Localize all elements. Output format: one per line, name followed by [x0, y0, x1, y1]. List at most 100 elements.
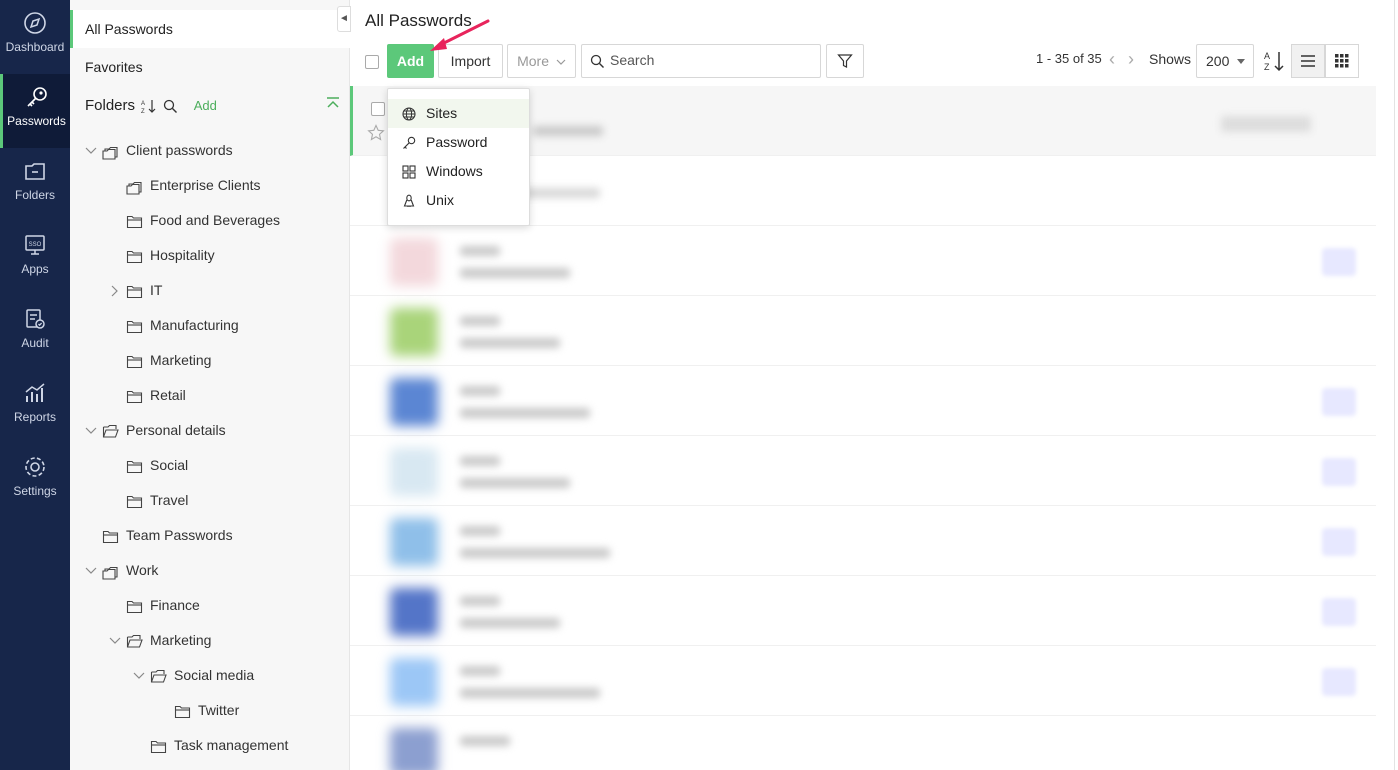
sort-az-icon[interactable]: AZ	[1264, 49, 1286, 73]
folder-icon	[174, 705, 191, 718]
folder-tree-label: Hospitality	[150, 247, 215, 263]
add-menu-password-label: Password	[426, 134, 488, 150]
password-row[interactable]	[350, 576, 1376, 646]
prev-page-icon[interactable]: ‹	[1109, 50, 1115, 68]
sidebar-collapse-toggle[interactable]: ◄	[337, 6, 351, 32]
folder-tree-item[interactable]: Marketing	[108, 623, 211, 658]
globe-icon	[402, 107, 416, 121]
audit-icon	[26, 309, 45, 329]
add-menu-sites[interactable]: Sites	[388, 99, 529, 128]
shared-folder-icon	[126, 181, 142, 195]
select-all-checkbox[interactable]	[365, 55, 379, 69]
password-row[interactable]	[350, 716, 1376, 770]
folder-tree-label: Twitter	[198, 702, 240, 718]
annotation-arrow	[430, 19, 490, 51]
more-label: More	[517, 53, 549, 69]
chevron-down-icon[interactable]	[84, 146, 98, 156]
folder-tree-item[interactable]: IT	[108, 273, 162, 308]
folder-sidebar: All Passwords ◄ Favorites Folders AZ Add…	[70, 0, 351, 770]
folder-tree-label: Manufacturing	[150, 317, 239, 333]
main-panel: All Passwords Add Import More 1 - 35 of …	[350, 0, 1398, 770]
nav-reports[interactable]: Reports	[0, 370, 70, 444]
folder-tree-item[interactable]: Travel	[108, 483, 188, 518]
folder-tree-item[interactable]: Retail	[108, 378, 186, 413]
password-row[interactable]	[350, 366, 1376, 436]
folder-tree-label: Marketing	[150, 632, 212, 648]
add-menu-unix[interactable]: Unix	[388, 186, 529, 215]
chevron-down-icon	[556, 59, 566, 65]
list-view-button[interactable]	[1291, 44, 1325, 78]
search-box	[581, 44, 821, 78]
search-folders-icon[interactable]	[163, 99, 178, 114]
folder-tree-item[interactable]: Food and Beverages	[108, 203, 280, 238]
shows-label: Shows	[1149, 51, 1192, 67]
folder-tree-label: IT	[150, 282, 163, 298]
chevron-down-icon[interactable]	[84, 426, 98, 436]
chevron-down-icon[interactable]	[108, 636, 122, 646]
nav-passwords[interactable]: Passwords	[0, 74, 70, 148]
folder-tree-item[interactable]: Twitter	[156, 693, 239, 728]
add-menu-windows[interactable]: Windows	[388, 157, 529, 186]
folder-tree-item[interactable]: Team Passwords	[84, 518, 233, 553]
filter-button[interactable]	[826, 44, 864, 78]
sidebar-all-passwords[interactable]: All Passwords	[70, 10, 350, 48]
folder-tree-label: Marketing	[150, 352, 212, 368]
folder-tree-item[interactable]: Hospitality	[108, 238, 215, 273]
folder-tree-item[interactable]: Finance	[108, 588, 200, 623]
nav-folders[interactable]: Folders	[0, 148, 70, 222]
password-row[interactable]	[350, 506, 1376, 576]
folder-open-icon	[102, 424, 119, 438]
nav-audit[interactable]: Audit	[0, 296, 70, 370]
folder-tree-item[interactable]: Work	[84, 553, 158, 588]
folder-tree-item[interactable]: Task management	[132, 728, 288, 763]
folder-icon	[126, 600, 143, 613]
nav-settings[interactable]: Settings	[0, 444, 70, 518]
collapse-icon: ◄	[339, 13, 349, 24]
next-page-icon[interactable]: ›	[1128, 50, 1134, 68]
folder-icon	[126, 390, 143, 403]
chevron-right-icon[interactable]	[108, 285, 122, 297]
star-icon[interactable]	[367, 124, 385, 142]
folder-icon	[25, 163, 45, 180]
list-view-icon	[1301, 55, 1315, 67]
folder-tree-item[interactable]: Social	[108, 448, 188, 483]
search-icon	[590, 54, 604, 68]
nav-passwords-label: Passwords	[7, 114, 66, 128]
folder-tree-label: Personal details	[126, 422, 226, 438]
password-row[interactable]	[350, 226, 1376, 296]
chevron-down-icon[interactable]	[84, 566, 98, 576]
grid-view-icon	[1335, 54, 1349, 68]
add-folder-link[interactable]: Add	[194, 98, 217, 113]
folder-tree-item[interactable]: Manufacturing	[108, 308, 239, 343]
svg-text:Z: Z	[141, 109, 145, 114]
grid-view-button[interactable]	[1325, 44, 1359, 78]
folder-icon	[126, 285, 143, 298]
collapse-all-icon[interactable]	[326, 96, 340, 110]
folder-tree-item[interactable]: Social media	[132, 658, 254, 693]
folder-tree-item[interactable]: Personal details	[84, 413, 226, 448]
nav-apps[interactable]: SSO Apps	[0, 222, 70, 296]
password-row[interactable]	[350, 436, 1376, 506]
add-menu-password[interactable]: Password	[388, 128, 529, 157]
folder-tree-label: Retail	[150, 387, 186, 403]
page-size-select[interactable]: 200	[1196, 44, 1254, 78]
nav-audit-label: Audit	[21, 336, 49, 350]
more-button[interactable]: More	[507, 44, 576, 78]
sso-icon: SSO	[25, 235, 45, 255]
password-row[interactable]	[350, 296, 1376, 366]
password-row[interactable]	[350, 646, 1376, 716]
pager-text: 1 - 35 of 35	[1036, 51, 1102, 66]
search-input[interactable]	[610, 45, 810, 75]
chevron-down-icon[interactable]	[132, 671, 146, 681]
nav-dashboard[interactable]: Dashboard	[0, 0, 70, 74]
row-checkbox[interactable]	[371, 102, 385, 116]
sort-az-icon[interactable]: AZ	[141, 98, 157, 114]
folder-tree-item[interactable]: Enterprise Clients	[108, 168, 261, 203]
folder-open-icon	[126, 634, 143, 648]
sidebar-favorites[interactable]: Favorites	[70, 48, 350, 86]
folder-tree-label: Enterprise Clients	[150, 177, 261, 193]
folder-tree-item[interactable]: Marketing	[108, 343, 211, 378]
folder-tree-item[interactable]: Client passwords	[84, 133, 233, 168]
scrollbar-track	[1394, 0, 1395, 770]
folder-icon	[150, 740, 167, 753]
